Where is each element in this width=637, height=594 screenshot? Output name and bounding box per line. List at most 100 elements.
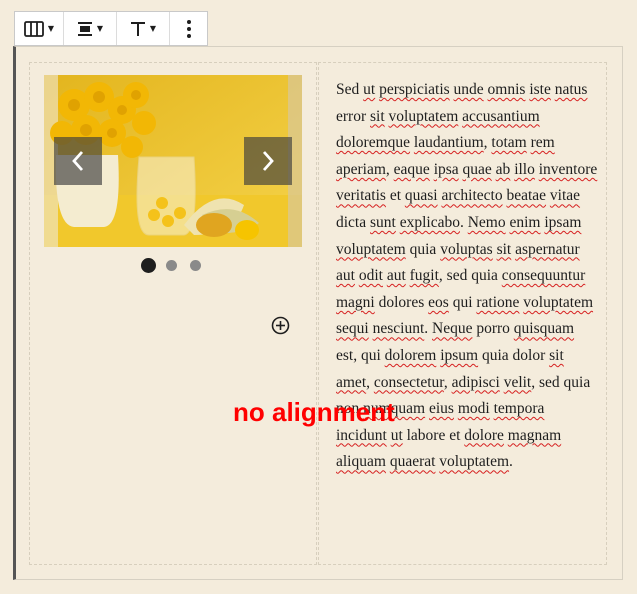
slider-dot-3[interactable] (190, 260, 201, 271)
misspelled-word: ratione (476, 293, 520, 311)
misspelled-word: vitae (549, 187, 581, 205)
misspelled-word: quisquam (513, 320, 575, 338)
paragraph-text-run: , (385, 160, 394, 178)
misspelled-word: consequuntur (501, 267, 586, 285)
paragraph-text-run: , (443, 373, 452, 391)
misspelled-word: voluptatem (439, 453, 510, 471)
misspelled-word: aliquam (336, 453, 386, 471)
columns-layout-button[interactable]: ▼ (15, 12, 64, 45)
misspelled-word: inventore (538, 160, 598, 178)
misspelled-word: aut (386, 267, 406, 285)
slider-dot-1[interactable] (141, 258, 156, 273)
slider-next-button[interactable] (244, 137, 292, 185)
misspelled-word: aspernatur (515, 240, 580, 258)
misspelled-word: ipsum (440, 346, 479, 364)
misspelled-word: magni (336, 293, 375, 311)
more-options-icon (186, 19, 191, 38)
paragraph-text-run: quia (405, 240, 441, 258)
paragraph-text-run: porro (472, 320, 514, 338)
misspelled-word: ipsam (544, 213, 582, 231)
chevron-down-icon: ▼ (149, 24, 157, 33)
misspelled-word: ab (495, 160, 511, 178)
misspelled-word: magnam (507, 426, 562, 444)
misspelled-word: eius (429, 400, 454, 418)
misspelled-word: consectetur (373, 373, 444, 391)
chevron-left-icon (72, 151, 84, 171)
paragraph-text-run: quia dolor (478, 346, 550, 364)
alignment-button[interactable]: ▼ (64, 12, 117, 45)
misspelled-word: explicabo (399, 213, 460, 231)
misspelled-word: voluptas (440, 240, 493, 258)
paragraph-text-run: labore et (402, 426, 465, 444)
misspelled-word: aperiam (336, 160, 386, 178)
paragraph-text-run: , (366, 373, 374, 391)
misspelled-word: dolorem (384, 346, 437, 364)
misspelled-word: voluptatem (388, 107, 459, 125)
add-block-button[interactable] (271, 316, 290, 335)
misspelled-word: doloremque (336, 134, 411, 152)
misspelled-word: quae (462, 160, 492, 178)
misspelled-word: dolore (464, 426, 504, 444)
misspelled-word: ipsa (433, 160, 459, 178)
misspelled-word: illo (514, 160, 535, 178)
misspelled-word: nesciunt (372, 320, 425, 338)
misspelled-word: incidunt (336, 426, 387, 444)
misspelled-word: totam (491, 134, 527, 152)
misspelled-word: beatae (506, 187, 547, 205)
alignment-label: no alignment (233, 397, 395, 427)
misspelled-word: veritatis (336, 187, 386, 205)
chevron-down-icon: ▼ (96, 24, 104, 33)
misspelled-word: ut (363, 81, 376, 98)
slider-dot-2[interactable] (166, 260, 177, 271)
misspelled-word: quasi (404, 187, 438, 205)
paragraph-text-run: . (459, 213, 468, 231)
slider-prev-button[interactable] (54, 137, 102, 185)
misspelled-word: amet (336, 373, 367, 391)
vertical-alignment-button[interactable]: ▼ (117, 12, 170, 45)
misspelled-word: Neque (432, 320, 473, 338)
paragraph-text-run: dicta (336, 213, 370, 231)
paragraph-text-run: . (509, 453, 513, 471)
paragraph-text-run: et (385, 187, 405, 205)
block-toolbar: ▼ ▼ ▼ (14, 11, 208, 46)
misspelled-word: sit (496, 240, 512, 258)
misspelled-word: iste (529, 81, 551, 98)
misspelled-word: eos (428, 293, 449, 311)
columns-icon (24, 20, 44, 37)
paragraph-text-run: qui (448, 293, 477, 311)
misspelled-word: voluptatem (523, 293, 594, 311)
misspelled-word: accusantium (462, 107, 540, 125)
paragraph-text-run: Sed (336, 81, 364, 98)
misspelled-word: velit (503, 373, 532, 391)
misspelled-word: architecto (441, 187, 503, 205)
paragraph-text-run: error (336, 107, 370, 125)
misspelled-word: unde (453, 81, 484, 98)
misspelled-word: Nemo (467, 213, 506, 231)
misspelled-word: aut (336, 267, 355, 285)
misspelled-word: fugit (409, 267, 439, 285)
misspelled-word: ut (390, 426, 403, 444)
misspelled-word: perspiciatis (379, 81, 450, 98)
misspelled-word: sunt (370, 213, 396, 231)
paragraph-text-run: dolores (374, 293, 429, 311)
misspelled-word: rem (530, 134, 555, 152)
more-options-button[interactable] (170, 12, 207, 45)
misspelled-word: enim (509, 213, 541, 231)
misspelled-word: adipisci (451, 373, 500, 391)
slider-pagination (141, 258, 214, 273)
align-center-icon (77, 21, 92, 36)
paragraph-text-run: est, qui (336, 346, 385, 364)
misspelled-word: modi (457, 400, 490, 418)
paragraph-text-run: . (424, 320, 432, 338)
misspelled-word: eaque (393, 160, 430, 178)
chevron-down-icon: ▼ (47, 24, 55, 33)
misspelled-word: sit (370, 107, 385, 125)
misspelled-word: omnis (487, 81, 526, 98)
misspelled-word: natus (554, 81, 588, 98)
misspelled-word: sit (549, 346, 564, 364)
image-slider[interactable] (44, 75, 302, 247)
misspelled-word: voluptatem (336, 240, 406, 258)
misspelled-word: odit (358, 267, 383, 285)
paragraph-text-run: , sed quia (438, 267, 502, 285)
misspelled-word: sequi (336, 320, 369, 338)
